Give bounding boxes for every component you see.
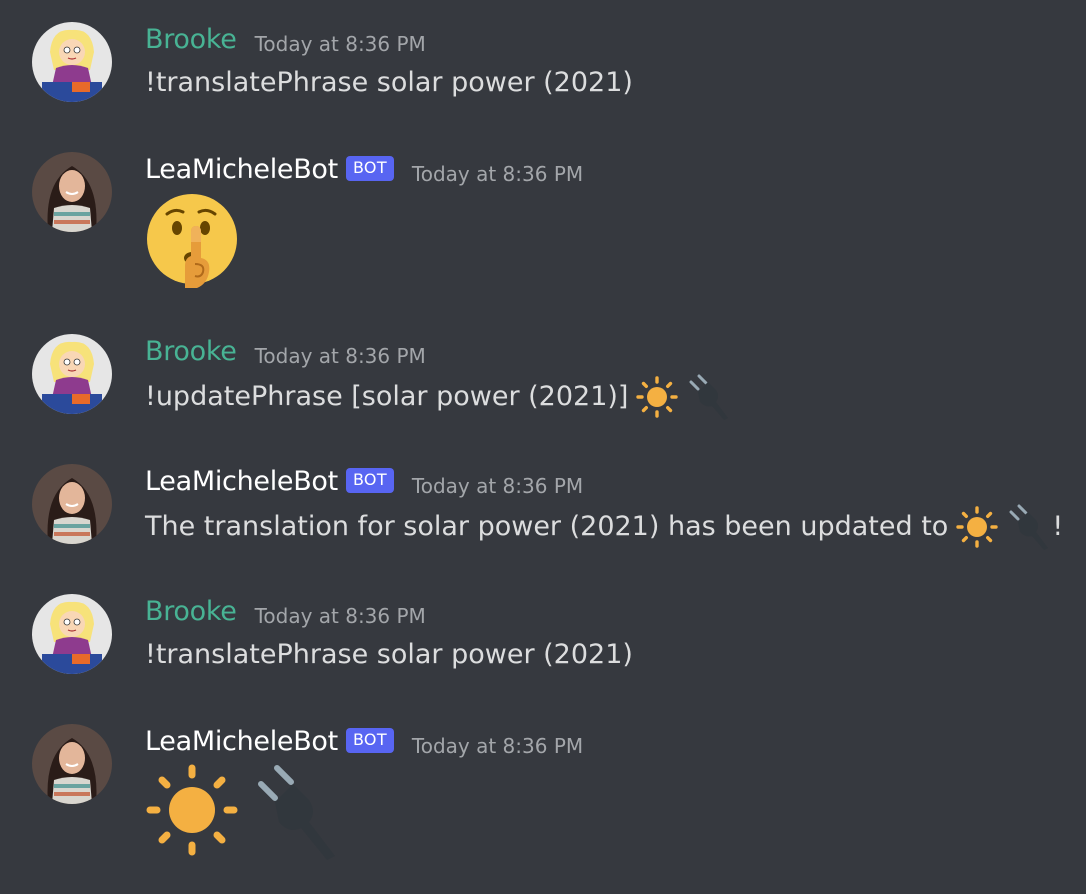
message-text-suffix: ! (1052, 511, 1064, 542)
username[interactable]: LeaMicheleBot (145, 466, 338, 498)
bot-tag: BOT (345, 727, 394, 753)
brooke-avatar[interactable] (32, 594, 112, 674)
electric-plug-emoji[interactable] (249, 762, 347, 860)
shushing-face-emoji[interactable] (145, 192, 243, 290)
message: LeaMicheleBot BOT Today at 8:36 PM The t… (0, 442, 1086, 562)
brooke-avatar[interactable] (32, 22, 112, 102)
message-text: !translatePhrase solar power (2021) (145, 67, 633, 98)
electric-plug-emoji[interactable] (686, 374, 732, 420)
timestamp: Today at 8:36 PM (254, 344, 426, 368)
username[interactable]: Brooke (145, 24, 237, 56)
username[interactable]: LeaMicheleBot (145, 154, 338, 186)
message: Brooke Today at 8:36 PM !updatePhrase [s… (0, 312, 1086, 432)
bot-avatar[interactable] (32, 152, 112, 232)
timestamp: Today at 8:36 PM (254, 32, 426, 56)
timestamp: Today at 8:36 PM (411, 162, 584, 186)
message: LeaMicheleBot BOT Today at 8:36 PM (0, 130, 1086, 300)
bot-tag: BOT (345, 155, 394, 181)
message: LeaMicheleBot BOT Today at 8:36 PM (0, 702, 1086, 894)
timestamp: Today at 8:36 PM (411, 474, 584, 498)
sun-emoji[interactable] (634, 374, 680, 420)
message-text: !translatePhrase solar power (2021) (145, 639, 633, 670)
timestamp: Today at 8:36 PM (254, 604, 426, 628)
message: Brooke Today at 8:36 PM !translatePhrase… (0, 0, 1086, 120)
bot-avatar[interactable] (32, 724, 112, 804)
brooke-avatar[interactable] (32, 334, 112, 414)
electric-plug-emoji[interactable] (1006, 504, 1052, 550)
username[interactable]: Brooke (145, 596, 237, 628)
bot-avatar[interactable] (32, 464, 112, 544)
username[interactable]: Brooke (145, 336, 237, 368)
bot-tag: BOT (345, 467, 394, 493)
username[interactable]: LeaMicheleBot (145, 726, 338, 758)
sun-emoji[interactable] (145, 762, 243, 860)
message-text: The translation for solar power (2021) h… (145, 511, 949, 542)
message: Brooke Today at 8:36 PM !translatePhrase… (0, 572, 1086, 692)
sun-emoji[interactable] (954, 504, 1000, 550)
timestamp: Today at 8:36 PM (411, 734, 584, 758)
message-text: !updatePhrase [solar power (2021)] (145, 381, 629, 412)
